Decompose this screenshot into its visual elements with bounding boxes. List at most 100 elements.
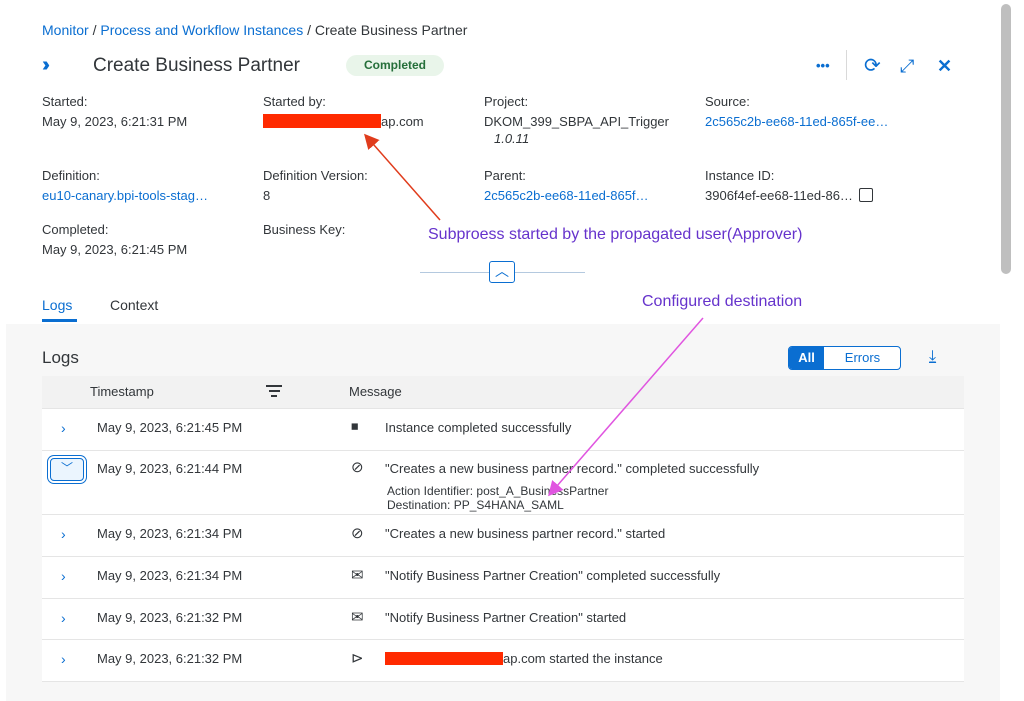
field-label: Started by: [263, 94, 326, 109]
field-value: DKOM_399_SBPA_API_Trigger [484, 114, 669, 129]
action-identifier-label: Action Identifier: [387, 484, 474, 498]
mail-icon: ✉ [351, 567, 364, 584]
play-circle-icon: ⊳ [351, 650, 364, 667]
field-value: ap.com [263, 114, 424, 129]
sort-filter-icon[interactable] [266, 385, 282, 397]
project-version: 1.0.11 [494, 131, 530, 146]
download-icon[interactable]: ⤓ [929, 348, 936, 366]
logs-table-header: Timestamp Message [42, 376, 964, 409]
table-row[interactable]: › May 9, 2023, 6:21:34 PM ✉ "Notify Busi… [42, 557, 964, 599]
breadcrumb: Monitor / Process and Workflow Instances… [42, 22, 467, 38]
field-definition-version: Definition Version: 8 [263, 168, 368, 203]
field-label: Completed: [42, 222, 109, 237]
field-label: Definition: [42, 168, 100, 183]
field-label: Business Key: [263, 222, 346, 237]
field-completed: Completed: May 9, 2023, 6:21:45 PM [42, 222, 187, 257]
chevron-down-icon[interactable]: ﹀ [50, 458, 84, 481]
row-message: "Notify Business Partner Creation" start… [385, 610, 627, 625]
breadcrumb-separator: / [88, 22, 101, 38]
row-message: ap.com started the instance [385, 651, 663, 666]
row-timestamp: May 9, 2023, 6:21:32 PM [97, 610, 243, 625]
row-message: "Creates a new business partner record."… [385, 461, 760, 476]
field-started: Started: May 9, 2023, 6:21:31 PM [42, 94, 187, 129]
field-source: Source: 2c565c2b-ee68-11ed-865f-ee… [705, 94, 888, 129]
column-timestamp[interactable]: Timestamp [90, 384, 154, 399]
stop-circle-icon: ⏹ [351, 418, 359, 435]
started-by-domain: ap.com [381, 114, 424, 129]
annotation-subprocess: Subproess started by the propagated user… [428, 226, 803, 243]
row-timestamp: May 9, 2023, 6:21:32 PM [97, 651, 243, 666]
action-identifier-value: post_A_BusinessPartner [476, 484, 609, 498]
field-parent: Parent: 2c565c2b-ee68-11ed-865f… [484, 168, 649, 203]
field-value: May 9, 2023, 6:21:31 PM [42, 114, 188, 129]
chevron-right-icon[interactable]: › [61, 420, 66, 436]
field-definition: Definition: eu10-canary.bpi-tools-stag… [42, 168, 208, 203]
field-value: 8 [263, 188, 271, 203]
tab-logs[interactable]: Logs [42, 297, 72, 313]
status-badge: Completed [346, 55, 445, 76]
mail-icon: ✉ [351, 609, 364, 626]
breadcrumb-monitor[interactable]: Monitor [42, 22, 89, 38]
process-flow-icon: ››› [42, 54, 50, 76]
table-row[interactable]: ﹀ May 9, 2023, 6:21:44 PM ⊘ "Creates a n… [42, 451, 964, 515]
toolbar-separator [846, 50, 847, 80]
more-options-icon[interactable]: ••• [816, 54, 830, 78]
annotation-destination: Configured destination [642, 293, 803, 310]
active-tab-indicator [42, 319, 77, 322]
tab-context[interactable]: Context [110, 297, 158, 313]
field-project: Project: DKOM_399_SBPA_API_Trigger 1.0.1… [484, 94, 669, 146]
field-value: May 9, 2023, 6:21:45 PM [42, 242, 188, 257]
destination-label: Destination: [387, 498, 451, 512]
chevron-right-icon[interactable]: › [61, 568, 66, 584]
action-icon: ⊘ [351, 525, 364, 542]
chevron-up-icon: ︿ [495, 263, 509, 279]
source-link[interactable]: 2c565c2b-ee68-11ed-865f-ee… [705, 114, 888, 129]
refresh-icon[interactable]: ⟳ [864, 54, 881, 78]
table-row[interactable]: › May 9, 2023, 6:21:45 PM ⏹ Instance com… [42, 409, 964, 451]
row-timestamp: May 9, 2023, 6:21:34 PM [97, 526, 243, 541]
chevron-right-icon[interactable]: › [61, 610, 66, 626]
breadcrumb-current: Create Business Partner [314, 22, 468, 38]
field-business-key: Business Key: [263, 222, 345, 242]
row-message: "Notify Business Partner Creation" compl… [385, 568, 721, 583]
table-row[interactable]: › May 9, 2023, 6:21:32 PM ⊳ ap.com start… [42, 640, 964, 682]
copy-icon[interactable] [858, 188, 873, 202]
row-message-suffix: ap.com started the instance [503, 651, 663, 666]
table-row[interactable]: › May 9, 2023, 6:21:34 PM ⊘ "Creates a n… [42, 515, 964, 557]
row-timestamp: May 9, 2023, 6:21:34 PM [97, 568, 243, 583]
chevron-right-icon[interactable]: › [61, 526, 66, 542]
filter-errors-button[interactable]: Errors [824, 347, 900, 369]
collapse-header-button[interactable]: ︿ [489, 261, 515, 283]
logs-section-title: Logs [42, 348, 79, 367]
close-icon[interactable]: ✕ [937, 54, 952, 78]
row-timestamp: May 9, 2023, 6:21:44 PM [97, 461, 243, 476]
field-label: Parent: [484, 168, 526, 183]
parent-link[interactable]: 2c565c2b-ee68-11ed-865f… [484, 188, 649, 203]
field-label: Source: [705, 94, 750, 109]
redaction-mark [385, 652, 503, 665]
chevron-right-icon[interactable]: › [61, 651, 66, 667]
definition-link[interactable]: eu10-canary.bpi-tools-stag… [42, 188, 208, 203]
redaction-mark [263, 114, 381, 128]
field-label: Instance ID: [705, 168, 775, 183]
field-value: 3906f4ef-ee68-11ed-86… [705, 188, 873, 203]
scrollbar-thumb[interactable] [1001, 4, 1011, 274]
title-row: ››› Create Business Partner Completed ••… [42, 50, 972, 80]
action-icon: ⊘ [351, 459, 364, 476]
field-instance-id: Instance ID: 3906f4ef-ee68-11ed-86… [705, 168, 873, 203]
breadcrumb-separator: / [303, 22, 315, 38]
row-timestamp: May 9, 2023, 6:21:45 PM [97, 420, 243, 435]
destination-value: PP_S4HANA_SAML [453, 498, 564, 512]
table-row[interactable]: › May 9, 2023, 6:21:32 PM ✉ "Notify Busi… [42, 599, 964, 640]
log-filter-segmented: All Errors [788, 346, 901, 370]
column-message: Message [349, 384, 402, 399]
field-label: Definition Version: [263, 168, 368, 183]
fullscreen-icon[interactable]: ⤢ [900, 54, 914, 78]
page-title: Create Business Partner [93, 55, 300, 76]
filter-all-button[interactable]: All [789, 347, 824, 369]
row-message: "Creates a new business partner record."… [385, 526, 666, 541]
breadcrumb-instances[interactable]: Process and Workflow Instances [100, 22, 303, 38]
row-message: Instance completed successfully [385, 420, 572, 435]
field-started-by: Started by: ap.com [263, 94, 424, 129]
field-label: Started: [42, 94, 88, 109]
